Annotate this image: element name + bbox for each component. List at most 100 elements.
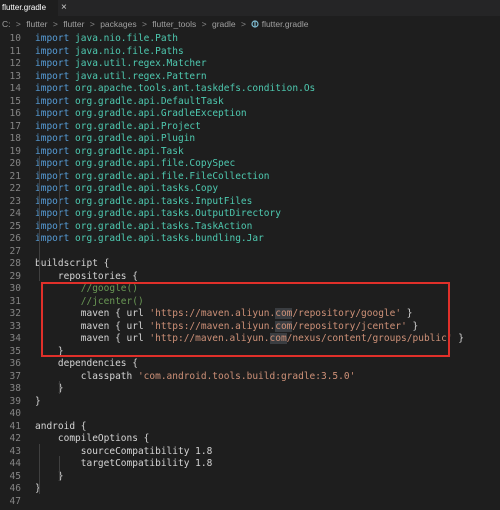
line-number: 34	[9, 333, 21, 344]
code-text: android {	[35, 421, 86, 434]
code-text: classpath 'com.android.tools.build:gradl…	[35, 371, 356, 384]
breadcrumb-item-packages[interactable]: packages	[100, 19, 136, 29]
code-line[interactable]: 37 classpath 'com.android.tools.build:gr…	[0, 371, 500, 384]
code-token: java.nio.file.Paths	[75, 45, 184, 57]
code-text: import org.apache.tools.ant.taskdefs.con…	[35, 83, 315, 96]
code-token: import	[35, 220, 76, 232]
indent-guide	[39, 443, 40, 494]
breadcrumb-item-flutter-gradle[interactable]: flutter.gradle	[262, 19, 309, 29]
code-token: import	[35, 233, 76, 244]
breadcrumb-separator: >	[89, 19, 95, 29]
close-icon[interactable]: ×	[61, 0, 67, 15]
code-text: import org.gradle.api.Task	[35, 146, 184, 159]
code-line[interactable]: 27	[0, 246, 500, 259]
breadcrumb-item-gradle[interactable]: gradle	[212, 19, 236, 29]
line-number: 31	[9, 295, 21, 307]
code-token: import	[35, 183, 76, 194]
code-line[interactable]: 13 import java.util.regex.Pattern	[0, 71, 500, 84]
code-line[interactable]: 42 compileOptions {	[0, 433, 500, 446]
code-text: import java.util.regex.Matcher	[35, 58, 207, 71]
line-number: 44	[9, 458, 21, 469]
breadcrumb-separator: >	[240, 19, 246, 29]
code-text: import org.gradle.api.Project	[35, 121, 201, 134]
code-token: compileOptions {	[35, 433, 150, 444]
code-line[interactable]: 47	[0, 496, 500, 509]
code-token: buildscript {	[35, 258, 110, 269]
breadcrumb-item-flutter[interactable]: flutter	[26, 19, 47, 29]
code-text: import java.nio.file.Paths	[35, 46, 184, 59]
code-line[interactable]: 36 dependencies {	[0, 358, 500, 371]
code-token: import	[35, 45, 76, 57]
code-line[interactable]: 40	[0, 408, 500, 421]
line-number: 43	[9, 445, 21, 457]
code-line[interactable]: 26 import org.gradle.api.tasks.bundling.J…	[0, 233, 500, 246]
breadcrumb-separator: >	[15, 19, 21, 29]
code-token: import	[35, 70, 76, 82]
indent-guide	[59, 381, 60, 394]
line-number: 27	[9, 245, 21, 257]
line-number: 15	[9, 95, 21, 107]
code-line[interactable]: 15 import org.gradle.api.DefaultTask	[0, 96, 500, 109]
code-line[interactable]: 28 buildscript {	[0, 258, 500, 271]
breadcrumb-item-flutter-2[interactable]: flutter	[63, 19, 84, 29]
code-editor[interactable]: 10 import java.nio.file.Path 11 import java…	[0, 30, 500, 510]
code-token: android {	[35, 420, 87, 432]
code-line[interactable]: 25 import org.gradle.api.tasks.TaskAction	[0, 221, 500, 234]
code-line[interactable]: 46}	[0, 483, 500, 496]
code-token: sourceCompatibility 1.8	[35, 445, 213, 457]
line-number: 23	[9, 195, 21, 207]
line-number: 11	[9, 45, 21, 57]
line-number: 21	[9, 170, 21, 182]
code-line[interactable]: 24 import org.gradle.api.tasks.OutputDire…	[0, 208, 500, 221]
code-line[interactable]: 18 import org.gradle.api.Plugin	[0, 133, 500, 146]
line-number: 18	[9, 133, 21, 144]
code-text: targetCompatibility 1.8	[35, 458, 213, 471]
code-token: org.gradle.api.Project	[75, 120, 201, 132]
code-line[interactable]: 38 }	[0, 383, 500, 396]
code-text: buildscript {	[35, 258, 109, 271]
code-line[interactable]: 14 import org.apache.tools.ant.taskdefs.c…	[0, 83, 500, 96]
code-line[interactable]: 41 android {	[0, 421, 500, 434]
line-number: 40	[9, 408, 21, 419]
code-token: import	[35, 33, 76, 44]
code-token: org.gradle.api.file.FileCollection	[75, 170, 270, 182]
annotation-box	[41, 282, 450, 357]
code-line[interactable]: 16 import org.gradle.api.GradleException	[0, 108, 500, 121]
code-token: org.gradle.api.tasks.bundling.Jar	[75, 233, 264, 244]
breadcrumb-item-flutter-tools[interactable]: flutter_tools	[152, 19, 196, 29]
code-line[interactable]: 43 sourceCompatibility 1.8	[0, 446, 500, 459]
code-line[interactable]: 22 import org.gradle.api.tasks.Copy	[0, 183, 500, 196]
breadcrumb-separator: >	[201, 19, 207, 29]
code-token: import	[35, 195, 76, 207]
code-token: dependencies {	[35, 358, 138, 369]
code-token: org.gradle.api.tasks.Copy	[75, 183, 219, 194]
code-line[interactable]: 23 import org.gradle.api.tasks.InputFiles	[0, 196, 500, 209]
code-token: org.gradle.api.file.CopySpec	[75, 158, 236, 169]
code-line[interactable]: 19 import org.gradle.api.Task	[0, 146, 500, 159]
code-token: import	[35, 58, 76, 69]
code-line[interactable]: 12 import java.util.regex.Matcher	[0, 58, 500, 71]
code-token: import	[35, 83, 76, 94]
line-number: 33	[9, 320, 21, 332]
line-number: 26	[9, 233, 21, 244]
code-token: org.gradle.api.Task	[75, 145, 184, 157]
code-line[interactable]: 21 import org.gradle.api.file.FileCollect…	[0, 171, 500, 184]
line-number: 20	[9, 158, 21, 169]
code-line[interactable]: 10 import java.nio.file.Path	[0, 33, 500, 46]
code-text: import org.gradle.api.Plugin	[35, 133, 195, 146]
code-line[interactable]: 45 }	[0, 471, 500, 484]
code-line[interactable]: 39}	[0, 396, 500, 409]
indent-guide	[39, 156, 40, 281]
line-number: 16	[9, 108, 21, 119]
code-line[interactable]: 17 import org.gradle.api.Project	[0, 121, 500, 134]
code-line[interactable]: 11 import java.nio.file.Paths	[0, 46, 500, 59]
code-token: org.gradle.api.tasks.InputFiles	[75, 195, 253, 207]
code-line[interactable]: 20 import org.gradle.api.file.CopySpec	[0, 158, 500, 171]
gradle-file-icon	[251, 20, 259, 28]
tab-flutter-gradle[interactable]: flutter.gradle	[0, 0, 58, 16]
line-number: 10	[9, 33, 21, 44]
code-line[interactable]: 44 targetCompatibility 1.8	[0, 458, 500, 471]
line-number: 13	[9, 70, 21, 82]
line-number: 24	[9, 208, 21, 219]
code-text: }	[35, 396, 41, 409]
